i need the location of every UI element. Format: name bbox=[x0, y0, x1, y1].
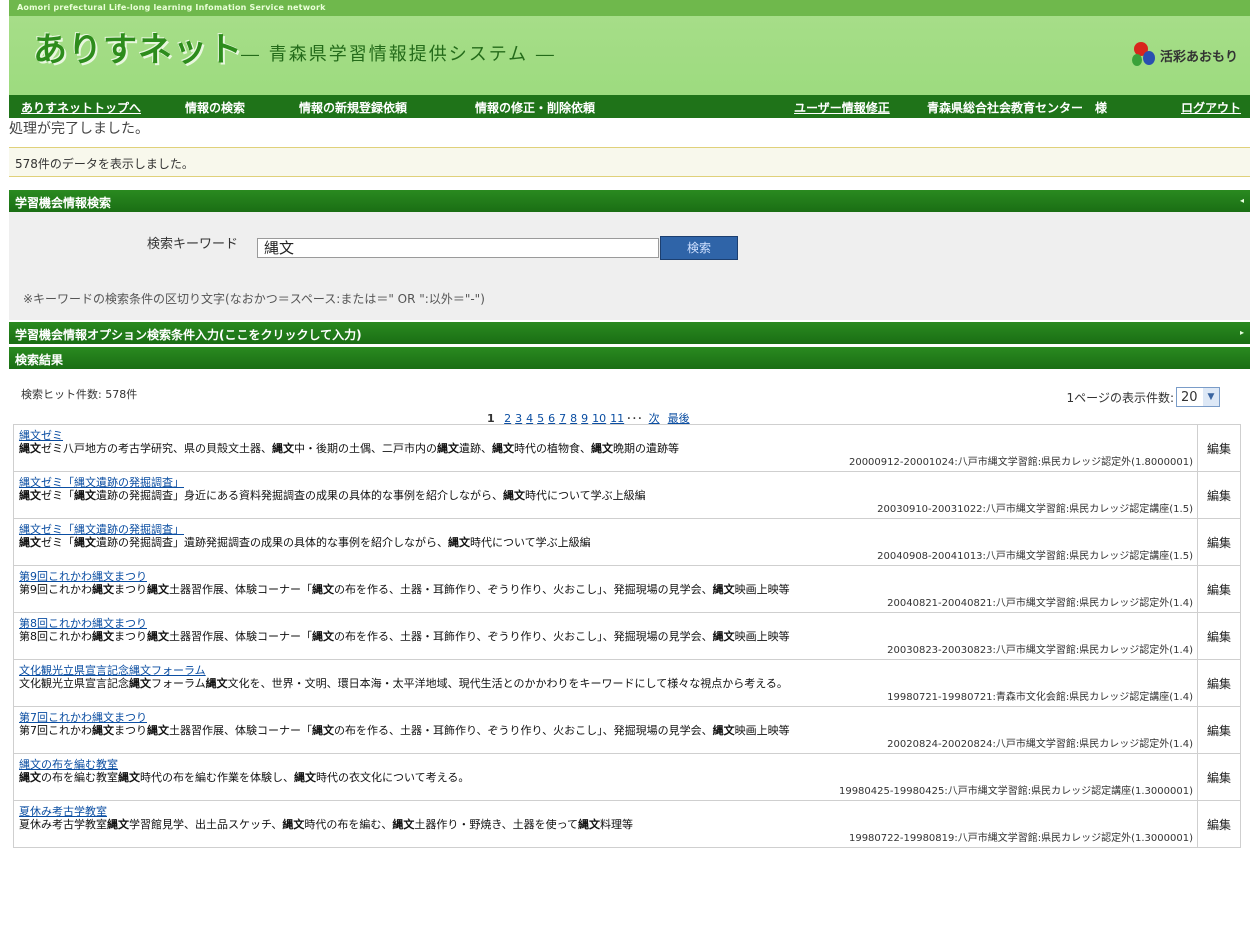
result-meta: 19980721-19980721:青森市文化会館:県民カレッジ認定講座(1.4… bbox=[887, 692, 1193, 703]
site-subtitle: ― 青森県学習情報提供システム ― bbox=[241, 44, 556, 65]
site-header: Aomori prefectural Life-long learning In… bbox=[9, 0, 1250, 95]
result-cell: 縄文の布を編む教室 縄文の布を編む教室縄文時代の布を編む作業を体験し、縄文時代の衣… bbox=[13, 753, 1198, 801]
result-cell: 縄文ゼミ「縄文遺跡の発掘調査」 縄文ゼミ「縄文遺跡の発掘調査」遺跡発掘調査の成果の… bbox=[13, 518, 1198, 566]
table-row: 夏休み考古学教室 夏休み考古学教室縄文学習館見学、出土品スケッチ、縄文時代の布を編… bbox=[13, 800, 1241, 848]
results-panel: 検索ヒット件数: 578件 1ページの表示件数: 20 ▼ 1 23456789… bbox=[9, 372, 1250, 938]
result-meta: 20040908-20041013:八戸市縄文学習館:県民カレッジ認定講座(1.… bbox=[877, 551, 1193, 562]
result-title-link[interactable]: 夏休み考古学教室 bbox=[19, 805, 1193, 818]
result-meta: 20020824-20020824:八戸市縄文学習館:県民カレッジ認定外(1.4… bbox=[887, 739, 1193, 750]
edit-button[interactable]: 編集 bbox=[1197, 612, 1241, 660]
site-logo[interactable]: ありすネット bbox=[33, 22, 243, 71]
completion-message: 処理が完了しました。 bbox=[9, 121, 149, 137]
per-page-select[interactable]: 20 ▼ bbox=[1176, 387, 1220, 407]
search-panel: 検索キーワード 縄文 検索 ※キーワードの検索条件の区切り文字(なおかつ＝スペー… bbox=[9, 212, 1250, 320]
result-meta: 19980722-19980819:八戸市縄文学習館:県民カレッジ認定外(1.3… bbox=[848, 833, 1193, 844]
info-message: 578件のデータを表示しました。 bbox=[15, 157, 194, 171]
nav-search[interactable]: 情報の検索 bbox=[185, 99, 245, 116]
table-row: 縄文の布を編む教室 縄文の布を編む教室縄文時代の布を編む作業を体験し、縄文時代の衣… bbox=[13, 753, 1241, 801]
search-button[interactable]: 検索 bbox=[660, 236, 738, 260]
search-section-header[interactable]: 学習機会情報検索 ◂ bbox=[9, 190, 1250, 212]
edit-button[interactable]: 編集 bbox=[1197, 424, 1241, 472]
result-description: 文化観光立県宣言記念縄文フォーラム縄文文化を、世界・文明、環日本海・太平洋地域、… bbox=[19, 677, 788, 690]
edit-button[interactable]: 編集 bbox=[1197, 659, 1241, 707]
results-section-header: 検索結果 bbox=[9, 347, 1250, 369]
edit-button[interactable]: 編集 bbox=[1197, 800, 1241, 848]
expand-icon[interactable]: ▸ bbox=[1240, 328, 1244, 337]
result-title-link[interactable]: 第8回これかわ縄文まつり bbox=[19, 617, 1193, 630]
result-title-link[interactable]: 縄文の布を編む教室 bbox=[19, 758, 1193, 771]
table-row: 縄文ゼミ 縄文ゼミ八戸地方の考古学研究、県の貝殻文土器、縄文中・後期の土偶、二戸市… bbox=[13, 424, 1241, 472]
result-cell: 第9回これかわ縄文まつり 第9回これかわ縄文まつり縄文土器習作展、体験コーナー「縄… bbox=[13, 565, 1198, 613]
result-description: 第7回これかわ縄文まつり縄文土器習作展、体験コーナー「縄文の布を作る、土器・耳飾… bbox=[19, 724, 790, 737]
nav-top[interactable]: ありすネットトップへ bbox=[21, 99, 141, 116]
result-title-link[interactable]: 縄文ゼミ bbox=[19, 429, 1193, 442]
table-row: 第9回これかわ縄文まつり 第9回これかわ縄文まつり縄文土器習作展、体験コーナー「縄… bbox=[13, 565, 1241, 613]
result-title-link[interactable]: 縄文ゼミ「縄文遺跡の発掘調査」 bbox=[19, 476, 1193, 489]
result-cell: 第7回これかわ縄文まつり 第7回これかわ縄文まつり縄文土器習作展、体験コーナー「縄… bbox=[13, 706, 1198, 754]
result-cell: 縄文ゼミ 縄文ゼミ八戸地方の考古学研究、県の貝殻文土器、縄文中・後期の土偶、二戸市… bbox=[13, 424, 1198, 472]
hit-count: 検索ヒット件数: 578件 bbox=[21, 388, 138, 401]
keyword-input[interactable]: 縄文 bbox=[257, 238, 659, 258]
result-description: 縄文ゼミ「縄文遺跡の発掘調査」遺跡発掘調査の成果の具体的な事例を紹介しながら、縄… bbox=[19, 536, 591, 549]
result-description: 縄文ゼミ「縄文遺跡の発掘調査」身近にある資料発掘調査の成果の具体的な事例を紹介し… bbox=[19, 489, 646, 502]
network-caption: Aomori prefectural Life-long learning In… bbox=[9, 0, 1250, 16]
keyword-note: ※キーワードの検索条件の区切り文字(なおかつ＝スペース:または＝" OR ":以… bbox=[23, 292, 485, 306]
brand-label: 活彩あおもり bbox=[1159, 49, 1238, 65]
table-row: 縄文ゼミ「縄文遺跡の発掘調査」 縄文ゼミ「縄文遺跡の発掘調査」身近にある資料発掘調… bbox=[13, 471, 1241, 519]
nav-logout[interactable]: ログアウト bbox=[1181, 99, 1241, 116]
per-page-label: 1ページの表示件数: bbox=[1066, 390, 1174, 405]
brand-logo-icon bbox=[1130, 42, 1156, 68]
brand-badge: 活彩あおもり bbox=[1130, 42, 1238, 68]
results-table: 縄文ゼミ 縄文ゼミ八戸地方の考古学研究、県の貝殻文土器、縄文中・後期の土偶、二戸市… bbox=[13, 424, 1241, 848]
result-title-link[interactable]: 縄文ゼミ「縄文遺跡の発掘調査」 bbox=[19, 523, 1193, 536]
result-description: 縄文ゼミ八戸地方の考古学研究、県の貝殻文土器、縄文中・後期の土偶、二戸市内の縄文… bbox=[19, 442, 679, 455]
per-page-value: 20 bbox=[1181, 389, 1198, 405]
result-cell: 縄文ゼミ「縄文遺跡の発掘調査」 縄文ゼミ「縄文遺跡の発掘調査」身近にある資料発掘調… bbox=[13, 471, 1198, 519]
result-meta: 20030823-20030823:八戸市縄文学習館:県民カレッジ認定外(1.4… bbox=[887, 645, 1193, 656]
result-description: 第8回これかわ縄文まつり縄文土器習作展、体験コーナー「縄文の布を作る、土器・耳飾… bbox=[19, 630, 790, 643]
nav-new-request[interactable]: 情報の新規登録依頼 bbox=[299, 99, 407, 116]
keyword-label: 検索キーワード bbox=[147, 237, 239, 252]
edit-button[interactable]: 編集 bbox=[1197, 518, 1241, 566]
result-meta: 20030910-20031022:八戸市縄文学習館:県民カレッジ認定講座(1.… bbox=[877, 504, 1193, 515]
result-description: 夏休み考古学教室縄文学習館見学、出土品スケッチ、縄文時代の布を編む、縄文土器作り… bbox=[19, 818, 634, 831]
option-section-header[interactable]: 学習機会情報オプション検索条件入力(ここをクリックして入力) ▸ bbox=[9, 322, 1250, 344]
nav-user-edit[interactable]: ユーザー情報修正 bbox=[794, 99, 890, 116]
table-row: 文化観光立県宣言記念縄文フォーラム 文化観光立県宣言記念縄文フォーラム縄文文化を、… bbox=[13, 659, 1241, 707]
edit-button[interactable]: 編集 bbox=[1197, 753, 1241, 801]
result-meta: 19980425-19980425:八戸市縄文学習館:県民カレッジ認定講座(1.… bbox=[838, 786, 1193, 797]
main-nav: ありすネットトップへ 情報の検索 情報の新規登録依頼 情報の修正・削除依頼 ユー… bbox=[9, 95, 1250, 118]
edit-button[interactable]: 編集 bbox=[1197, 471, 1241, 519]
result-cell: 第8回これかわ縄文まつり 第8回これかわ縄文まつり縄文土器習作展、体験コーナー「縄… bbox=[13, 612, 1198, 660]
results-section-title: 検索結果 bbox=[15, 353, 64, 367]
nav-user-name: 青森県総合社会教育センター 様 bbox=[927, 101, 1108, 115]
result-description: 縄文の布を編む教室縄文時代の布を編む作業を体験し、縄文時代の衣文化について考える… bbox=[19, 771, 470, 784]
edit-button[interactable]: 編集 bbox=[1197, 706, 1241, 754]
nav-edit-delete-request[interactable]: 情報の修正・削除依頼 bbox=[475, 99, 595, 116]
table-row: 第7回これかわ縄文まつり 第7回これかわ縄文まつり縄文土器習作展、体験コーナー「縄… bbox=[13, 706, 1241, 754]
result-meta: 20000912-20001024:八戸市縄文学習館:県民カレッジ認定外(1.8… bbox=[848, 457, 1193, 468]
search-section-title: 学習機会情報検索 bbox=[15, 196, 112, 210]
edit-button[interactable]: 編集 bbox=[1197, 565, 1241, 613]
result-description: 第9回これかわ縄文まつり縄文土器習作展、体験コーナー「縄文の布を作る、土器・耳飾… bbox=[19, 583, 790, 596]
info-box: 578件のデータを表示しました。 bbox=[9, 147, 1250, 177]
option-section-title: 学習機会情報オプション検索条件入力(ここをクリックして入力) bbox=[15, 328, 362, 342]
table-row: 第8回これかわ縄文まつり 第8回これかわ縄文まつり縄文土器習作展、体験コーナー「縄… bbox=[13, 612, 1241, 660]
per-page-control: 1ページの表示件数: 20 ▼ bbox=[1067, 387, 1220, 407]
chevron-down-icon[interactable]: ▼ bbox=[1203, 388, 1219, 406]
table-row: 縄文ゼミ「縄文遺跡の発掘調査」 縄文ゼミ「縄文遺跡の発掘調査」遺跡発掘調査の成果の… bbox=[13, 518, 1241, 566]
result-meta: 20040821-20040821:八戸市縄文学習館:県民カレッジ認定外(1.4… bbox=[887, 598, 1193, 609]
result-cell: 夏休み考古学教室 夏休み考古学教室縄文学習館見学、出土品スケッチ、縄文時代の布を編… bbox=[13, 800, 1198, 848]
result-title-link[interactable]: 第7回これかわ縄文まつり bbox=[19, 711, 1193, 724]
result-cell: 文化観光立県宣言記念縄文フォーラム 文化観光立県宣言記念縄文フォーラム縄文文化を、… bbox=[13, 659, 1198, 707]
result-title-link[interactable]: 第9回これかわ縄文まつり bbox=[19, 570, 1193, 583]
result-title-link[interactable]: 文化観光立県宣言記念縄文フォーラム bbox=[19, 664, 1193, 677]
collapse-icon[interactable]: ◂ bbox=[1240, 196, 1244, 205]
